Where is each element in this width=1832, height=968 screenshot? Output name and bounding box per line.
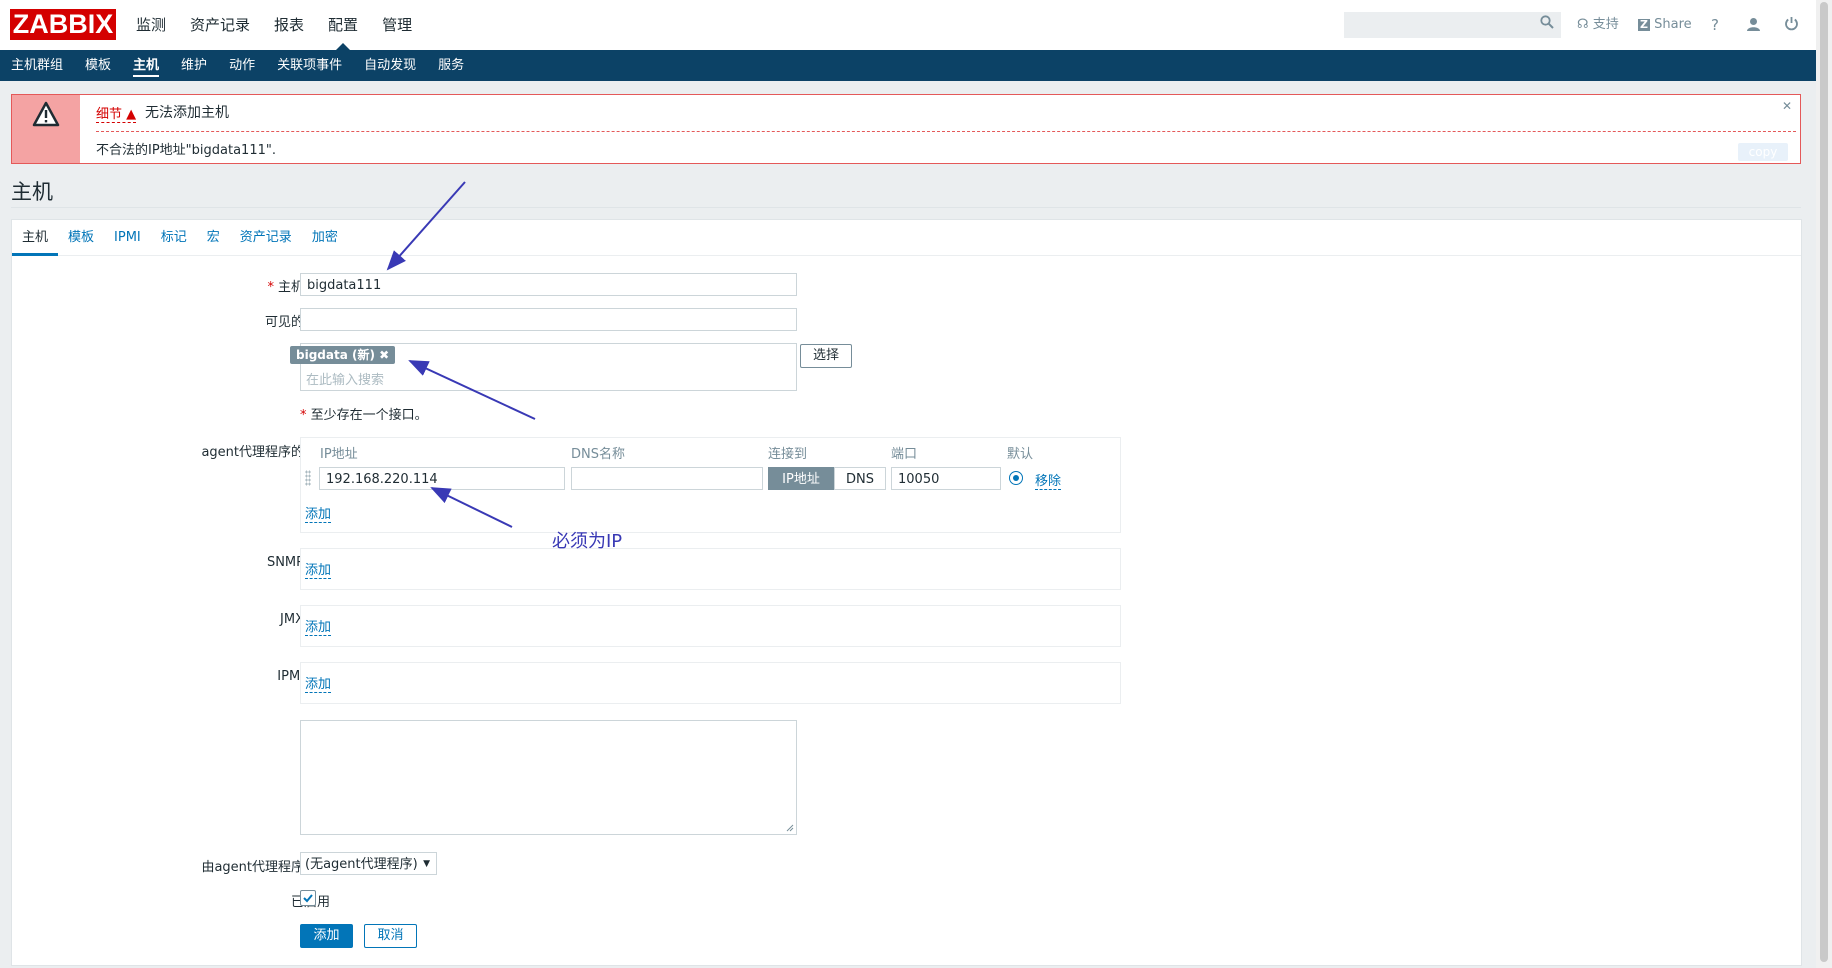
checkmark-icon (303, 894, 313, 903)
user-profile-icon[interactable] (1746, 17, 1761, 32)
search-icon[interactable] (1540, 15, 1554, 29)
tab-encryption[interactable]: 加密 (302, 220, 348, 255)
submenu-correlation[interactable]: 关联项事件 (266, 50, 353, 81)
visible-name-input[interactable] (300, 308, 797, 331)
support-label: 支持 (1592, 17, 1619, 32)
snmp-interface-box (300, 548, 1121, 590)
drag-handle-icon[interactable] (305, 470, 311, 486)
jmx-interface-box (300, 605, 1121, 647)
connect-ip-toggle[interactable]: IP地址 (768, 467, 834, 490)
menu-inventory[interactable]: 资产记录 (178, 0, 262, 50)
proxy-select-value: (无agent代理程序) (305, 857, 418, 872)
ip-address-input[interactable]: 192.168.220.114 (319, 467, 565, 490)
copy-button[interactable]: copy (1738, 143, 1788, 161)
cancel-button[interactable]: 取消 (364, 924, 417, 948)
menu-administration[interactable]: 管理 (370, 0, 424, 50)
submenu-templates[interactable]: 模板 (74, 50, 122, 81)
submenu-hosts[interactable]: 主机 (122, 50, 170, 81)
ipmi-interface-box (300, 662, 1121, 704)
default-interface-radio[interactable] (1009, 471, 1023, 485)
interface-note: * 至少存在一个接口。 (300, 408, 428, 423)
error-title: 无法添加主机 (145, 105, 229, 121)
sub-menu: 主机群组 模板 主机 维护 动作 关联项事件 自动发现 服务 (0, 50, 1816, 81)
resize-handle-icon[interactable] (786, 824, 794, 832)
warning-icon (32, 101, 60, 127)
main-menu: 监测 资产记录 报表 配置 管理 (124, 0, 424, 50)
page-title: 主机 (11, 180, 53, 204)
menu-monitoring[interactable]: 监测 (124, 0, 178, 50)
connect-dns-toggle[interactable]: DNS (834, 467, 886, 490)
group-search-placeholder: 在此输入搜索 (306, 373, 385, 388)
title-divider (11, 207, 1801, 208)
col-ip-header: IP地址 (320, 447, 358, 462)
submenu-discovery[interactable]: 自动发现 (353, 50, 427, 81)
scrollbar[interactable] (1816, 0, 1832, 968)
proxy-select[interactable]: (无agent代理程序) ▼ (300, 852, 437, 875)
dropdown-arrow-icon: ▼ (423, 859, 430, 869)
tab-tags[interactable]: 标记 (151, 220, 197, 255)
support-link[interactable]: ☊ 支持 (1577, 0, 1619, 50)
help-icon[interactable]: ? (1711, 0, 1719, 50)
annotation-text: 必须为IP (552, 531, 623, 552)
error-message-box: 细节 ▲ 无法添加主机 不合法的IP地址"bigdata111". ✕ copy (11, 94, 1801, 164)
search-input[interactable] (1344, 12, 1561, 38)
description-textarea[interactable] (300, 720, 797, 835)
warning-area (12, 95, 80, 163)
submenu-host-groups[interactable]: 主机群组 (0, 50, 74, 81)
remove-interface-link[interactable]: 移除 (1035, 470, 1062, 490)
caret-up-icon: ▲ (126, 107, 137, 122)
close-icon[interactable]: ✕ (1782, 99, 1792, 113)
submenu-maintenance[interactable]: 维护 (170, 50, 218, 81)
tab-inventory[interactable]: 资产记录 (230, 220, 302, 255)
select-group-button[interactable]: 选择 (800, 344, 852, 368)
tab-host[interactable]: 主机 (12, 220, 59, 256)
add-ipmi-interface-link[interactable]: 添加 (305, 673, 332, 693)
host-form-card: 主机 模板 IPMI 标记 宏 资产记录 加密 (11, 219, 1802, 966)
top-bar: ZABBIX 监测 资产记录 报表 配置 管理 ☊ 支持 Z Share ? (0, 0, 1816, 50)
submenu-services[interactable]: 服务 (427, 50, 475, 81)
zabbix-logo[interactable]: ZABBIX (10, 9, 116, 40)
col-connect-header: 连接到 (768, 447, 808, 462)
menu-configuration[interactable]: 配置 (316, 0, 370, 50)
headset-icon: ☊ (1577, 17, 1589, 32)
tab-ipmi[interactable]: IPMI (104, 220, 151, 255)
message-divider (96, 131, 1796, 132)
col-dns-header: DNS名称 (571, 447, 625, 462)
submenu-actions[interactable]: 动作 (218, 50, 266, 81)
tab-macros[interactable]: 宏 (197, 220, 230, 255)
share-label: Share (1654, 17, 1692, 32)
port-input[interactable]: 10050 (891, 467, 1001, 490)
remove-chip-icon[interactable]: ✖ (379, 348, 389, 362)
sign-out-icon[interactable] (1784, 16, 1799, 31)
form-tabs: 主机 模板 IPMI 标记 宏 资产记录 加密 (12, 220, 1801, 256)
menu-reports[interactable]: 报表 (262, 0, 316, 50)
group-chip[interactable]: bigdata (新) ✖ (290, 346, 396, 364)
add-host-button[interactable]: 添加 (300, 924, 353, 948)
scrollbar-thumb[interactable] (1820, 2, 1828, 962)
col-port-header: 端口 (891, 447, 918, 462)
share-z-icon: Z (1638, 19, 1650, 31)
col-default-header: 默认 (1007, 447, 1034, 462)
add-agent-interface-link[interactable]: 添加 (305, 503, 332, 523)
enabled-checkbox[interactable] (300, 890, 316, 906)
add-jmx-interface-link[interactable]: 添加 (305, 616, 332, 636)
host-name-input[interactable]: bigdata111 (300, 273, 797, 296)
details-toggle[interactable]: 细节 ▲ (96, 103, 137, 123)
add-snmp-interface-link[interactable]: 添加 (305, 559, 332, 579)
error-detail: 不合法的IP地址"bigdata111". (96, 143, 276, 158)
tab-templates[interactable]: 模板 (58, 220, 104, 255)
dns-name-input[interactable] (571, 467, 763, 490)
share-link[interactable]: Z Share (1638, 0, 1692, 50)
